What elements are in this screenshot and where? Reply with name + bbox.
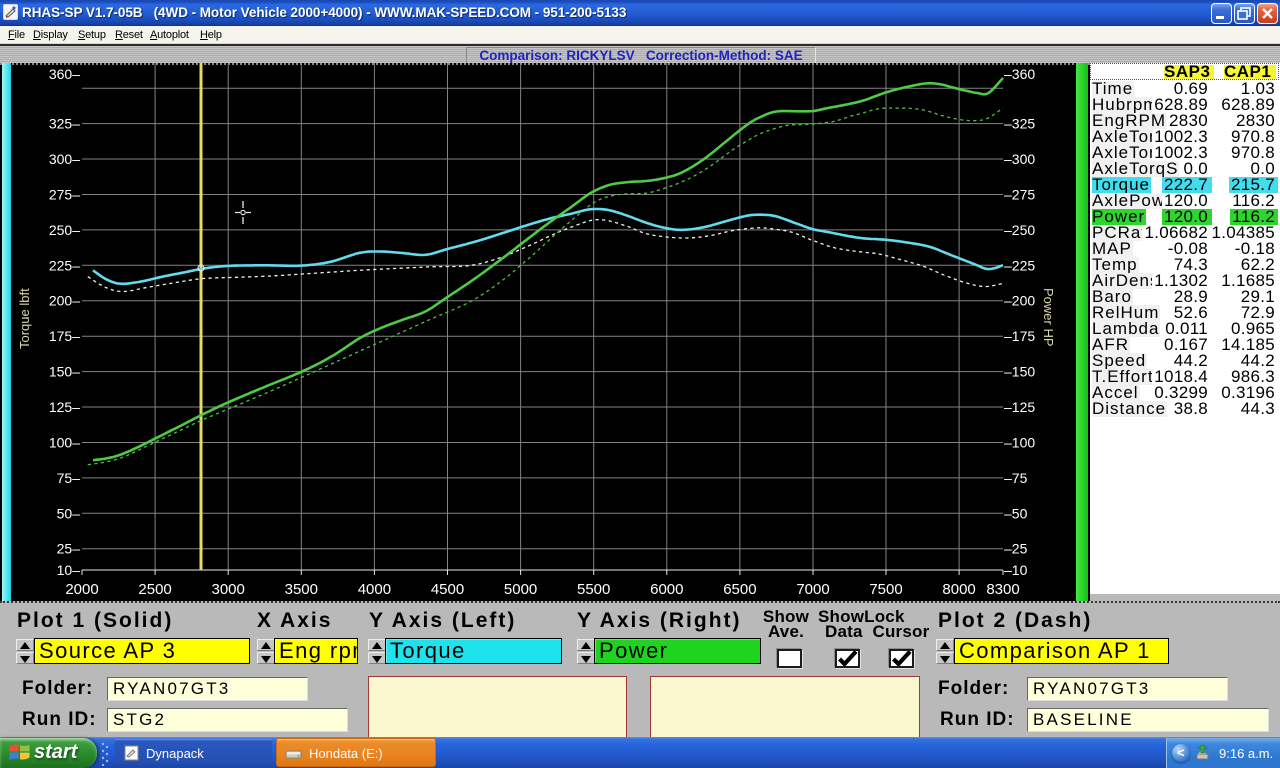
svg-text:150–: 150–: [49, 364, 80, 380]
svg-text:6500: 6500: [723, 581, 756, 598]
svg-text:–225: –225: [1004, 257, 1035, 273]
svg-text:25–: 25–: [57, 541, 81, 557]
svg-text:5500: 5500: [577, 581, 610, 598]
svg-text:300–: 300–: [49, 151, 80, 167]
svg-text:–325: –325: [1004, 116, 1035, 132]
svg-text:–75: –75: [1004, 470, 1028, 486]
svg-text:75–: 75–: [57, 470, 81, 486]
svg-text:–300: –300: [1004, 151, 1035, 167]
svg-text:7500: 7500: [869, 581, 902, 598]
svg-text:4500: 4500: [431, 581, 464, 598]
svg-text:–150: –150: [1004, 364, 1035, 380]
svg-text:10–: 10–: [57, 562, 81, 578]
svg-text:7000: 7000: [796, 581, 829, 598]
svg-text:–10: –10: [1004, 562, 1028, 578]
svg-text:–50: –50: [1004, 505, 1028, 521]
svg-text:2000: 2000: [65, 581, 98, 598]
svg-text:–275: –275: [1004, 187, 1035, 203]
svg-text:6000: 6000: [650, 581, 683, 598]
svg-text:Torque lbft: Torque lbft: [17, 288, 32, 349]
svg-text:–100: –100: [1004, 435, 1035, 451]
svg-text:360–: 360–: [49, 66, 80, 82]
svg-text:4000: 4000: [358, 581, 391, 598]
svg-text:200–: 200–: [49, 293, 80, 309]
svg-text:3500: 3500: [285, 581, 318, 598]
svg-text:3000: 3000: [212, 581, 245, 598]
svg-text:5000: 5000: [504, 581, 537, 598]
svg-text:325–: 325–: [49, 116, 80, 132]
svg-text:–125: –125: [1004, 399, 1035, 415]
svg-text:50–: 50–: [57, 505, 81, 521]
svg-text:8300: 8300: [986, 581, 1019, 598]
svg-text:175–: 175–: [49, 328, 80, 344]
svg-text:8000: 8000: [942, 581, 975, 598]
svg-text:100–: 100–: [49, 435, 80, 451]
svg-text:Power HP: Power HP: [1041, 288, 1056, 347]
svg-text:–175: –175: [1004, 328, 1035, 344]
svg-text:–250: –250: [1004, 222, 1035, 238]
svg-text:2500: 2500: [138, 581, 171, 598]
svg-text:–25: –25: [1004, 541, 1028, 557]
svg-text:250–: 250–: [49, 222, 80, 238]
svg-text:225–: 225–: [49, 257, 80, 273]
svg-text:275–: 275–: [49, 187, 80, 203]
svg-text:125–: 125–: [49, 399, 80, 415]
svg-text:–200: –200: [1004, 293, 1035, 309]
svg-text:–360: –360: [1004, 66, 1035, 82]
